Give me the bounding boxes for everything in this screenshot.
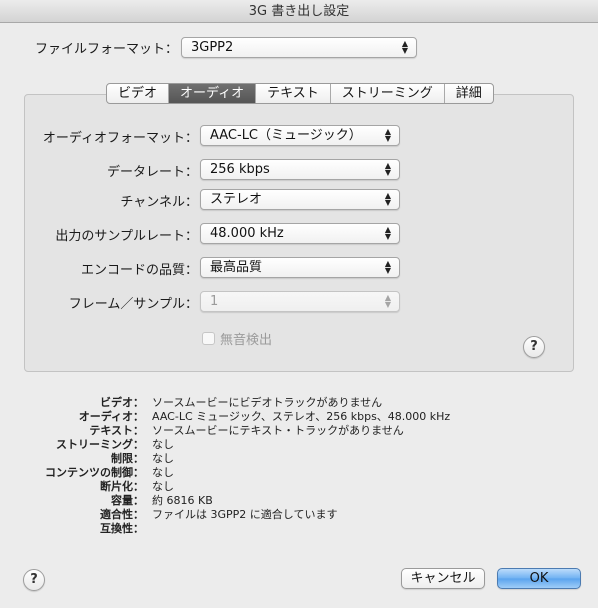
channels-popup[interactable]: ステレオ ▲ ▼: [200, 189, 400, 210]
encode-quality-popup[interactable]: 最高品質 ▲ ▼: [200, 257, 400, 278]
frames-per-sample-label: フレーム／サンプル：: [68, 297, 198, 312]
sample-rate-popup[interactable]: 48.000 kHz ▲ ▼: [200, 223, 400, 244]
summary-value: AAC-LC ミュージック、ステレオ、256 kbps、48.000 kHz: [152, 410, 451, 423]
encode-quality-label: エンコードの品質：: [80, 263, 198, 278]
updown-chevron-icon: ▲ ▼: [384, 259, 392, 275]
window-title: 3G 書き出し設定: [0, 0, 598, 23]
tab-details[interactable]: 詳細: [443, 84, 493, 103]
channels-label: チャンネル：: [120, 195, 198, 210]
summary-row: テキスト： ソースムービーにテキスト・トラックがありません: [0, 424, 598, 438]
summary-row: 適合性： ファイルは 3GPP2 に適合しています: [0, 508, 598, 522]
summary-key: 制限：: [111, 452, 144, 465]
summary-row: ビデオ： ソースムービーにビデオトラックがありません: [0, 396, 598, 410]
audio-format-popup[interactable]: AAC-LC（ミュージック） ▲ ▼: [200, 125, 400, 146]
updown-chevron-icon: ▲ ▼: [384, 293, 392, 309]
data-rate-label: データレート：: [106, 165, 198, 180]
updown-chevron-icon: ▲ ▼: [401, 39, 409, 55]
data-rate-popup[interactable]: 256 kbps ▲ ▼: [200, 159, 400, 180]
encode-quality-value: 最高品質: [210, 260, 263, 275]
silence-detect-checkbox[interactable]: [202, 331, 215, 345]
frames-per-sample-popup[interactable]: 1 ▲ ▼: [200, 291, 400, 312]
summary-key: ストリーミング：: [56, 438, 144, 451]
updown-chevron-icon: ▲ ▼: [384, 225, 392, 241]
summary-key: テキスト：: [89, 424, 144, 437]
summary-row: 断片化： なし: [0, 480, 598, 494]
summary-key: オーディオ：: [78, 410, 144, 423]
summary-value: ソースムービーにビデオトラックがありません: [152, 396, 383, 409]
settings-tabbar: ビデオ オーディオ テキスト ストリーミング 詳細: [106, 83, 494, 104]
summary-key: 適合性：: [100, 508, 144, 521]
cancel-button[interactable]: キャンセル: [401, 568, 485, 589]
summary-value: 約 6816 KB: [152, 494, 213, 507]
summary-key: 断片化：: [100, 480, 144, 493]
summary-key: 容量：: [111, 494, 144, 507]
summary-key: コンテンツの制御：: [45, 466, 144, 479]
summary-value: なし: [152, 480, 174, 493]
data-rate-value: 256 kbps: [210, 162, 270, 177]
tab-audio[interactable]: オーディオ: [168, 84, 256, 103]
sample-rate-value: 48.000 kHz: [210, 226, 284, 241]
summary-value: なし: [152, 466, 174, 479]
audio-format-label: オーディオフォーマット：: [42, 131, 198, 146]
file-format-label: ファイルフォーマット：: [34, 42, 178, 57]
sample-rate-label: 出力のサンプルレート：: [55, 229, 198, 244]
file-format-popup[interactable]: 3GPP2 ▲ ▼: [181, 37, 417, 58]
tab-video[interactable]: ビデオ: [107, 84, 168, 103]
summary-key: ビデオ：: [100, 396, 144, 409]
summary-key: 互換性：: [100, 522, 144, 535]
channels-value: ステレオ: [210, 192, 263, 207]
frames-per-sample-value: 1: [210, 294, 219, 309]
summary-row: 制限： なし: [0, 452, 598, 466]
tab-streaming[interactable]: ストリーミング: [329, 84, 444, 103]
updown-chevron-icon: ▲ ▼: [384, 161, 392, 177]
silence-detect-label: 無音検出: [220, 332, 273, 348]
help-icon[interactable]: ?: [523, 336, 545, 358]
file-format-value: 3GPP2: [191, 40, 234, 55]
silence-detect-row[interactable]: 無音検出: [202, 330, 273, 348]
updown-chevron-icon: ▲ ▼: [384, 191, 392, 207]
summary-row: 容量： 約 6816 KB: [0, 494, 598, 508]
summary-value: ソースムービーにテキスト・トラックがありません: [152, 424, 404, 437]
help-icon[interactable]: ?: [23, 569, 45, 591]
summary-value: なし: [152, 438, 174, 451]
summary-row: オーディオ： AAC-LC ミュージック、ステレオ、256 kbps、48.00…: [0, 410, 598, 424]
export-settings-window: 3G 書き出し設定 ファイルフォーマット： 3GPP2 ▲ ▼ ビデオ オーディオ…: [0, 0, 598, 608]
summary-row: 互換性：: [0, 522, 598, 536]
updown-chevron-icon: ▲ ▼: [384, 127, 392, 143]
summary-value: なし: [152, 452, 174, 465]
summary-row: コンテンツの制御： なし: [0, 466, 598, 480]
ok-button[interactable]: OK: [497, 568, 581, 589]
tab-text[interactable]: テキスト: [255, 84, 330, 103]
summary-row: ストリーミング： なし: [0, 438, 598, 452]
audio-format-value: AAC-LC（ミュージック）: [210, 128, 362, 143]
summary-value: ファイルは 3GPP2 に適合しています: [152, 508, 338, 521]
